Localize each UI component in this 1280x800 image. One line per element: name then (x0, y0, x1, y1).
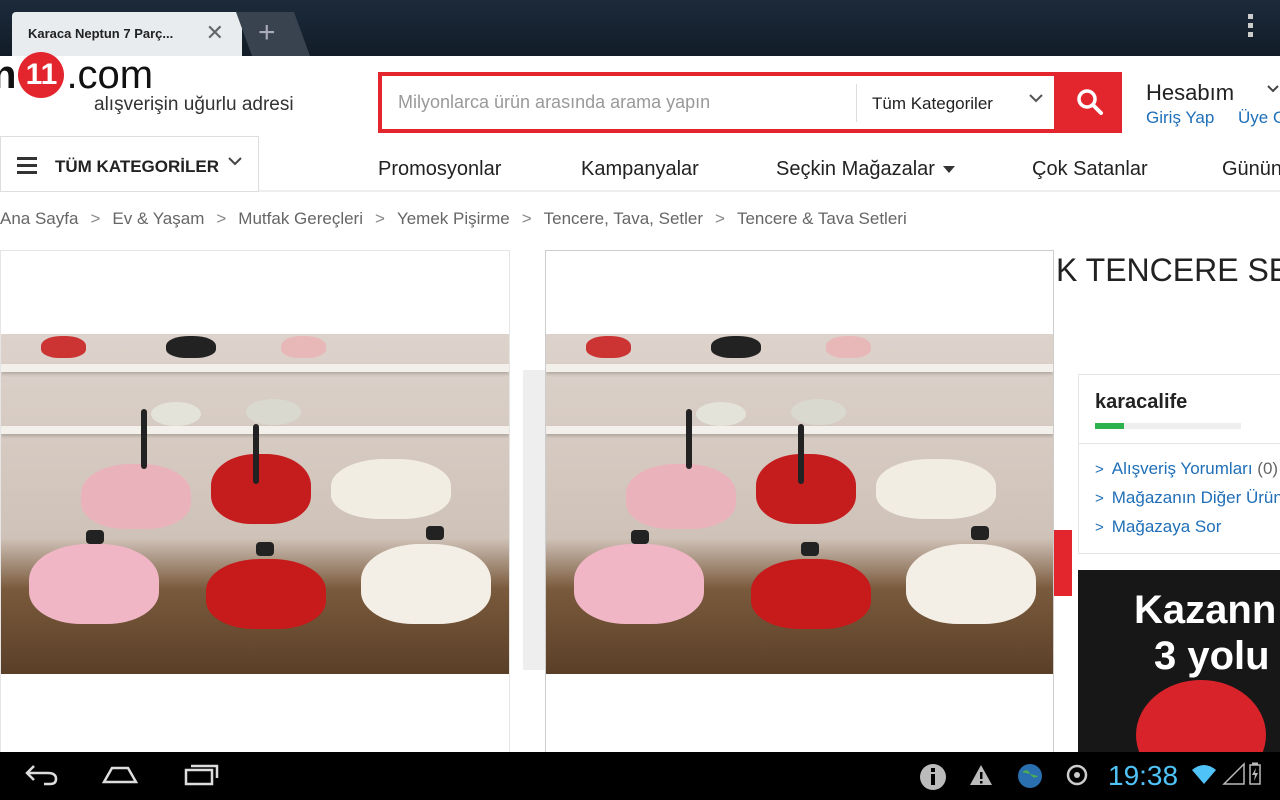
nav-item-label: Seçkin Mağazalar (776, 158, 935, 180)
main-nav: TÜM KATEGORİLER Promosyonlar Kampanyalar… (0, 136, 1280, 192)
chevron-right-icon: > (1095, 519, 1104, 536)
search-button[interactable] (1058, 72, 1122, 133)
home-icon[interactable] (100, 762, 140, 793)
close-tab-icon[interactable]: ✕ (206, 22, 224, 44)
search-box: Tüm Kategoriler (378, 72, 1058, 133)
logo-11: 11 (18, 52, 65, 98)
product-image-main[interactable] (0, 250, 510, 760)
nav-item-gunun[interactable]: Günün (1222, 158, 1280, 181)
chevron-right-icon: > (216, 209, 227, 228)
register-link[interactable]: Üye Ol (1238, 108, 1280, 128)
nav-item-cok-satanlar[interactable]: Çok Satanlar (1032, 158, 1148, 181)
promo-banner[interactable]: Kazann 3 yolu (1078, 570, 1280, 760)
product-image-zoom[interactable] (545, 250, 1054, 760)
search-icon (1077, 89, 1103, 115)
breadcrumb-item[interactable]: Mutfak Gereçleri (238, 209, 363, 229)
search-divider (856, 84, 857, 122)
chevron-right-icon: > (375, 209, 385, 228)
search-category-select[interactable]: Tüm Kategoriler (872, 94, 993, 114)
warning-icon[interactable] (968, 762, 994, 795)
store-rating-bar (1095, 423, 1241, 429)
all-categories-label: TÜM KATEGORİLER (55, 157, 220, 176)
store-card: karacalife > Alışveriş Yorumları (0) > Mağ… (1078, 374, 1280, 554)
image-gallery-divider (523, 370, 545, 670)
promo-subline: 3 yolu (1154, 634, 1270, 678)
divider (1079, 443, 1280, 444)
chevron-right-icon: > (521, 209, 532, 228)
account-menu[interactable]: Hesabım (1146, 80, 1234, 106)
store-rating-fill (1095, 423, 1125, 429)
site-logo[interactable]: n 11 .com (0, 50, 153, 100)
breadcrumb-item[interactable]: Yemek Pişirme (397, 209, 510, 229)
plus-icon[interactable]: + (258, 16, 276, 50)
chevron-down-icon (227, 153, 243, 174)
info-icon[interactable] (918, 762, 948, 799)
hamburger-icon (17, 157, 37, 178)
globe-icon[interactable] (1016, 762, 1044, 797)
tagline: alışverişin uğurlu adresi (94, 94, 294, 115)
clock: 19:38 (1108, 760, 1179, 791)
breadcrumb: Ana Sayfa > Ev & Yaşam > Mutfak Gereçleri > Ye… (0, 209, 907, 229)
search-input[interactable] (398, 76, 848, 129)
promo-headline: Kazann (1134, 588, 1277, 632)
nav-item-promosyonlar[interactable]: Promosyonlar (378, 158, 501, 181)
logo-n: n (0, 52, 17, 97)
signal-icon (1222, 762, 1246, 793)
wifi-icon (1190, 762, 1218, 793)
ask-store-link[interactable]: > Mağazaya Sor (1095, 517, 1221, 537)
chevron-down-icon[interactable] (1028, 90, 1044, 111)
product-title: K TENCERE SET (1056, 252, 1280, 288)
breadcrumb-item[interactable]: Tencere & Tava Setleri (737, 209, 907, 229)
store-name[interactable]: karacalife (1095, 391, 1187, 414)
tab-title: Karaca Neptun 7 Parç... (28, 26, 174, 41)
cookware-photo (1, 334, 509, 674)
chevron-right-icon: > (715, 209, 725, 228)
nav-item-seckin-magazalar[interactable]: Seçkin Mağazalar (776, 158, 955, 181)
cookware-photo (546, 334, 1053, 674)
browser-tab-bar: Karaca Neptun 7 Parç... ✕ + (0, 0, 1280, 56)
all-categories-button[interactable]: TÜM KATEGORİLER (0, 136, 259, 192)
chevron-right-icon: > (1095, 461, 1104, 478)
login-link[interactable]: Giriş Yap (1146, 108, 1214, 128)
overflow-menu-icon[interactable] (1248, 14, 1254, 41)
store-link-label: Mağazaya Sor (1111, 517, 1222, 536)
nav-item-kampanyalar[interactable]: Kampanyalar (581, 158, 699, 181)
back-icon[interactable] (24, 762, 60, 793)
store-reviews-link[interactable]: > Alışveriş Yorumları (0) (1095, 459, 1278, 479)
logo-com: .com (66, 52, 154, 97)
store-other-products-link[interactable]: > Mağazanın Diğer Ürün (1095, 488, 1280, 508)
chevron-down-icon[interactable] (1266, 82, 1280, 101)
system-navigation-bar: 19:38 (0, 752, 1280, 800)
store-review-count: (0) (1257, 459, 1279, 478)
download-icon[interactable] (1064, 762, 1090, 795)
battery-icon (1248, 762, 1262, 793)
breadcrumb-item[interactable]: Ev & Yaşam (112, 209, 204, 229)
recent-apps-icon[interactable] (182, 762, 220, 793)
side-tab[interactable] (1054, 530, 1072, 596)
store-link-label: Mağazanın Diğer Ürün (1111, 488, 1280, 507)
promo-graphic (1136, 680, 1266, 760)
caret-down-icon (942, 166, 955, 174)
breadcrumb-item[interactable]: Tencere, Tava, Setler (544, 209, 703, 229)
chevron-right-icon: > (90, 209, 101, 228)
store-link-label: Alışveriş Yorumları (1111, 459, 1253, 478)
breadcrumb-item[interactable]: Ana Sayfa (0, 209, 78, 229)
chevron-right-icon: > (1095, 490, 1104, 507)
